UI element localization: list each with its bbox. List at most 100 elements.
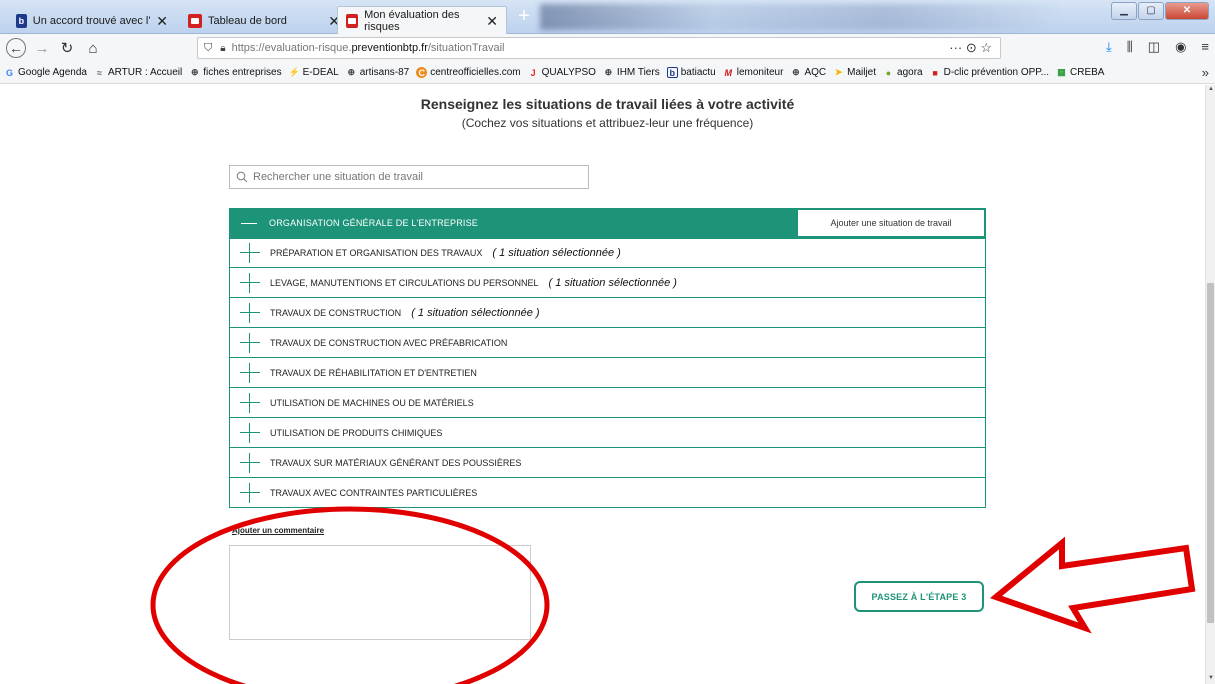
search-input[interactable] <box>253 171 573 183</box>
page-subtitle: (Cochez vos situations et attribuez-leur… <box>461 116 754 130</box>
bookmark-e-deal[interactable]: ⚡ E-DEAL <box>289 67 339 78</box>
category-row[interactable]: LEVAGE, MANUTENTIONS ET CIRCULATIONS DU … <box>229 268 986 298</box>
bookmark-label: lemoniteur <box>736 67 784 78</box>
bookmark-label: centreofficielles.com <box>430 67 521 78</box>
category-row[interactable]: PRÉPARATION ET ORGANISATION DES TRAVAUX (… <box>229 238 986 268</box>
home-icon[interactable]: ⌂ <box>83 38 103 58</box>
bookmark-label: artisans-87 <box>359 67 410 78</box>
expand-plus-icon[interactable] <box>240 452 260 473</box>
search-box[interactable] <box>229 165 589 189</box>
bookmark-label: Google Agenda <box>18 67 87 78</box>
bookmark-label: CREBA <box>1070 67 1105 78</box>
bookmark-qualypso[interactable]: J QUALYPSO <box>528 67 596 78</box>
download-icon[interactable]: ⤓ <box>1106 39 1112 55</box>
expand-plus-icon[interactable] <box>240 302 260 323</box>
bookmark-label: D-clic prévention OPP... <box>943 67 1050 78</box>
bookmark-fiches-entreprises[interactable]: ⊕ fiches entreprises <box>189 67 282 78</box>
expand-plus-icon[interactable] <box>240 482 260 503</box>
selection-count: ( 1 situation sélectionnée ) <box>492 247 621 259</box>
category-header-label: ORGANISATION GÉNÉRALE DE L'ENTREPRISE <box>269 218 478 228</box>
url-bar[interactable]: ⛉ 🔒︎ https://evaluation-risque.preventio… <box>197 37 1001 59</box>
minimize-icon[interactable]: ▁ <box>1111 2 1137 20</box>
bookmark-creba[interactable]: ▦ CREBA <box>1056 67 1104 78</box>
back-arrow-icon[interactable]: ← <box>6 38 26 58</box>
bookmark-agora[interactable]: ● agora <box>883 67 923 78</box>
scroll-down-icon[interactable]: ▼ <box>1207 675 1215 683</box>
tab-accord[interactable]: b Un accord trouvé avec l'Etat po ✕ <box>8 8 176 34</box>
page-scrollbar[interactable]: ▲ ▼ <box>1205 85 1215 684</box>
qualypso-icon: J <box>530 67 536 78</box>
category-label: TRAVAUX SUR MATÉRIAUX GÉNÉRANT DES POUSS… <box>270 457 522 468</box>
batiactu-icon: b <box>666 67 678 78</box>
bookmark-lemoniteur[interactable]: Mlemoniteur <box>723 67 784 78</box>
expand-plus-icon[interactable] <box>240 243 260 263</box>
new-tab-icon[interactable]: + <box>513 5 535 27</box>
lock-icon[interactable]: 🔒︎ <box>220 43 225 54</box>
category-label: TRAVAUX DE CONSTRUCTION <box>270 307 402 318</box>
tab-label: Mon évaluation des risques <box>364 9 460 33</box>
scroll-up-icon[interactable]: ▲ <box>1207 86 1215 94</box>
app-favicon-icon <box>346 14 359 28</box>
expand-plus-icon[interactable] <box>240 422 260 443</box>
bookmark-aqc[interactable]: ⊕ AQC <box>790 67 826 78</box>
bookmark-mailjet[interactable]: ➤ Mailjet <box>833 67 876 78</box>
tab-tableau-de-bord[interactable]: Tableau de bord ✕ <box>180 8 348 34</box>
app-favicon-icon <box>188 14 202 28</box>
forward-arrow-icon[interactable]: → <box>32 38 52 58</box>
reload-icon[interactable]: ↻ <box>57 38 77 58</box>
chevron-right-icon[interactable]: » <box>1202 65 1209 80</box>
sidebar-icon[interactable]: ◫ <box>1148 39 1160 55</box>
expand-plus-icon[interactable] <box>240 392 260 413</box>
bookmark-label: fiches entreprises <box>203 67 282 78</box>
tab-evaluation-risques[interactable]: Mon évaluation des risques ✕ <box>337 6 507 35</box>
category-row[interactable]: UTILISATION DE PRODUITS CHIMIQUES <box>229 418 986 448</box>
expand-plus-icon[interactable] <box>240 272 260 293</box>
agora-icon: ● <box>885 67 892 78</box>
bookmark-google-agenda[interactable]: G Google Agenda <box>4 67 87 78</box>
bookmark-artisans-87[interactable]: ⊕ artisans-87 <box>346 67 409 78</box>
bookmark-label: AQC <box>804 67 827 78</box>
expand-plus-icon[interactable] <box>240 362 260 383</box>
library-icon[interactable]: ⫼ <box>1127 39 1133 55</box>
add-situation-button[interactable]: Ajouter une situation de travail <box>797 209 985 237</box>
bookmark-artur[interactable]: ≈ ARTUR : Accueil <box>94 67 182 78</box>
category-label: TRAVAUX DE CONSTRUCTION AVEC PRÉFABRICAT… <box>270 337 508 348</box>
url-text[interactable]: https://evaluation-risque.preventionbtp.… <box>232 42 505 54</box>
bookmark-centreofficielles[interactable]: Ccentreofficielles.com <box>416 67 521 78</box>
creba-icon: ▦ <box>1057 67 1066 77</box>
bookmark-ihm-tiers[interactable]: ⊕ IHM Tiers <box>603 67 660 78</box>
blurred-titlebar-area <box>540 4 1060 30</box>
comment-textarea[interactable] <box>229 545 531 640</box>
bookmark-batiactu[interactable]: b batiactu <box>666 67 716 78</box>
maximize-icon[interactable]: ▢ <box>1138 2 1164 20</box>
category-label: PRÉPARATION ET ORGANISATION DES TRAVAUX <box>270 248 483 258</box>
bookmark-label: Mailjet <box>847 67 877 78</box>
account-icon[interactable]: ◉ <box>1175 39 1186 55</box>
shield-icon[interactable]: ⛉ <box>204 42 212 55</box>
selection-count: ( 1 situation sélectionnée ) <box>548 276 677 289</box>
expand-plus-icon[interactable] <box>240 332 260 353</box>
category-label: LEVAGE, MANUTENTIONS ET CIRCULATIONS DU … <box>270 277 539 288</box>
category-header-organisation[interactable]: ORGANISATION GÉNÉRALE DE L'ENTREPRISE Aj… <box>229 208 986 238</box>
category-row[interactable]: TRAVAUX DE RÉHABILITATION ET D'ENTRETIEN <box>229 358 986 388</box>
next-step-button[interactable]: PASSEZ À L'ÉTAPE 3 <box>854 581 984 612</box>
menu-icon[interactable]: ≡ <box>1201 39 1209 55</box>
url-actions[interactable]: ··· ⊙ ☆ <box>949 40 992 56</box>
category-row[interactable]: TRAVAUX DE CONSTRUCTION ( 1 situation sél… <box>229 298 986 328</box>
category-row[interactable]: TRAVAUX DE CONSTRUCTION AVEC PRÉFABRICAT… <box>229 328 986 358</box>
close-window-icon[interactable]: ✕ <box>1165 2 1209 20</box>
centreofficielles-icon: C <box>416 67 428 78</box>
collapse-icon[interactable] <box>241 222 257 224</box>
category-row[interactable]: TRAVAUX AVEC CONTRAINTES PARTICULIÈRES <box>229 478 986 508</box>
category-row[interactable]: UTILISATION DE MACHINES OU DE MATÉRIELS <box>229 388 986 418</box>
tab-label: Un accord trouvé avec l'Etat po <box>32 15 150 27</box>
close-icon[interactable]: ✕ <box>156 13 168 30</box>
edeal-icon: ⚡ <box>288 67 300 77</box>
selection-count: ( 1 situation sélectionnée ) <box>411 306 540 319</box>
scroll-thumb[interactable] <box>1207 283 1214 623</box>
close-icon[interactable]: ✕ <box>486 13 498 30</box>
add-comment-link[interactable]: Ajouter un commentaire <box>232 526 324 535</box>
page-title: Renseignez les situations de travail lié… <box>420 96 795 112</box>
category-row[interactable]: TRAVAUX SUR MATÉRIAUX GÉNÉRANT DES POUSS… <box>229 448 986 478</box>
bookmark-d-clic[interactable]: ■ D-clic prévention OPP... <box>930 67 1049 78</box>
